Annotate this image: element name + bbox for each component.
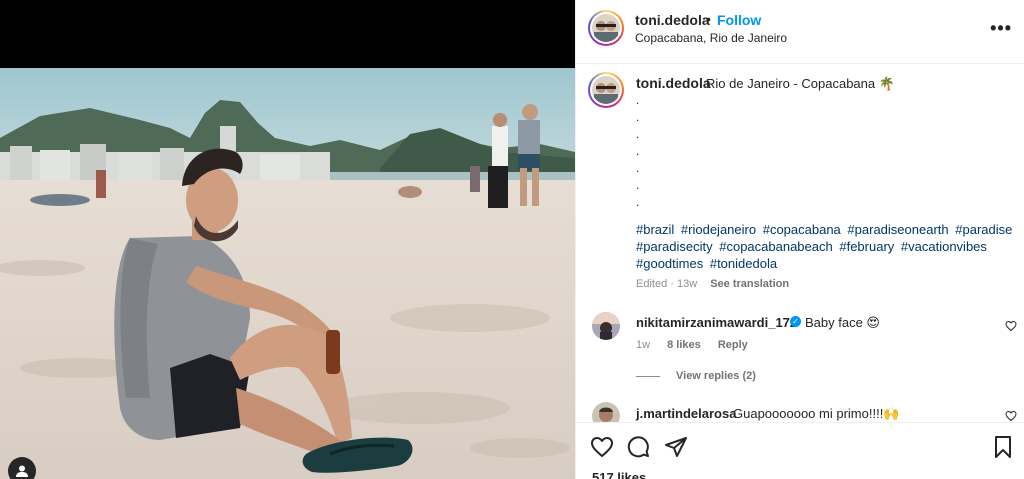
hashtag-link[interactable]: #copacabanabeach bbox=[719, 239, 833, 254]
like-icon[interactable] bbox=[590, 435, 614, 459]
hashtag-link[interactable]: #vacationvibes bbox=[901, 239, 987, 254]
comment-like-icon[interactable] bbox=[1005, 320, 1017, 332]
hashtag-link[interactable]: #february bbox=[839, 239, 894, 254]
follow-button[interactable]: Follow bbox=[717, 12, 761, 28]
hashtag-link[interactable]: #riodejaneiro bbox=[681, 222, 756, 237]
post-header: toni.dedola • Follow Copacabana, Rio de … bbox=[576, 0, 1024, 64]
caption-hashtags: #brazil #riodejaneiro #copacabana #parad… bbox=[636, 221, 1016, 272]
replies-line bbox=[636, 375, 660, 377]
commenter-avatar[interactable] bbox=[592, 402, 620, 422]
hashtag-link[interactable]: #paradiseonearth bbox=[847, 222, 948, 237]
comment-like-icon[interactable] bbox=[1005, 410, 1017, 422]
view-replies-button[interactable]: View replies (2) bbox=[636, 370, 756, 382]
comment-icon[interactable] bbox=[626, 435, 650, 459]
verified-badge-icon: ✓ bbox=[790, 316, 801, 327]
comments-section[interactable]: toni.dedola Rio de Janeiro - Copacabana … bbox=[576, 64, 1024, 422]
author-username[interactable]: toni.dedola bbox=[635, 12, 710, 28]
post-panel: toni.dedola • Follow Copacabana, Rio de … bbox=[575, 0, 1024, 479]
comment-likes[interactable]: 8 likes bbox=[667, 339, 701, 351]
caption-meta: Edited · 13w See translation bbox=[636, 278, 789, 290]
edited-timestamp: Edited · 13w bbox=[636, 278, 698, 290]
comment-username[interactable]: nikitamirzanimawardi_172 bbox=[636, 315, 797, 330]
post-location[interactable]: Copacabana, Rio de Janeiro bbox=[635, 31, 787, 45]
author-avatar[interactable] bbox=[588, 10, 624, 46]
caption-dots: . . . . . . . bbox=[636, 93, 640, 209]
more-icon[interactable]: ••• bbox=[990, 18, 1012, 39]
comment-meta: 1w 8 likes Reply bbox=[636, 339, 762, 351]
post-media bbox=[0, 0, 575, 479]
caption-avatar[interactable] bbox=[588, 72, 624, 108]
comment-username[interactable]: j.martindelarosa bbox=[636, 406, 736, 421]
share-icon[interactable] bbox=[664, 435, 688, 459]
tag-user-icon[interactable] bbox=[8, 457, 36, 479]
reply-button[interactable]: Reply bbox=[718, 339, 748, 351]
caption-text: Rio de Janeiro - Copacabana 🌴 bbox=[706, 76, 895, 91]
hashtag-link[interactable]: #tonidedola bbox=[710, 256, 777, 271]
hashtag-link[interactable]: #paradisecity bbox=[636, 239, 713, 254]
caption-username[interactable]: toni.dedola bbox=[636, 75, 711, 91]
comment-text: Baby face 😍 bbox=[805, 315, 880, 330]
hashtag-link[interactable]: #goodtimes bbox=[636, 256, 703, 271]
see-translation-button[interactable]: See translation bbox=[710, 278, 789, 290]
action-bar bbox=[576, 422, 1024, 469]
commenter-avatar[interactable] bbox=[592, 312, 620, 340]
post-photo[interactable] bbox=[0, 68, 575, 479]
comment-age: 1w bbox=[636, 339, 651, 351]
save-icon[interactable] bbox=[991, 435, 1015, 459]
hashtag-link[interactable]: #paradise bbox=[955, 222, 1012, 237]
hashtag-link[interactable]: #brazil bbox=[636, 222, 674, 237]
likes-count[interactable]: 517 likes bbox=[592, 470, 646, 479]
comment-text: Guapooooooo mi primo!!!!🙌 bbox=[733, 406, 900, 421]
hashtag-link[interactable]: #copacabana bbox=[763, 222, 841, 237]
separator-dot: • bbox=[706, 11, 711, 27]
